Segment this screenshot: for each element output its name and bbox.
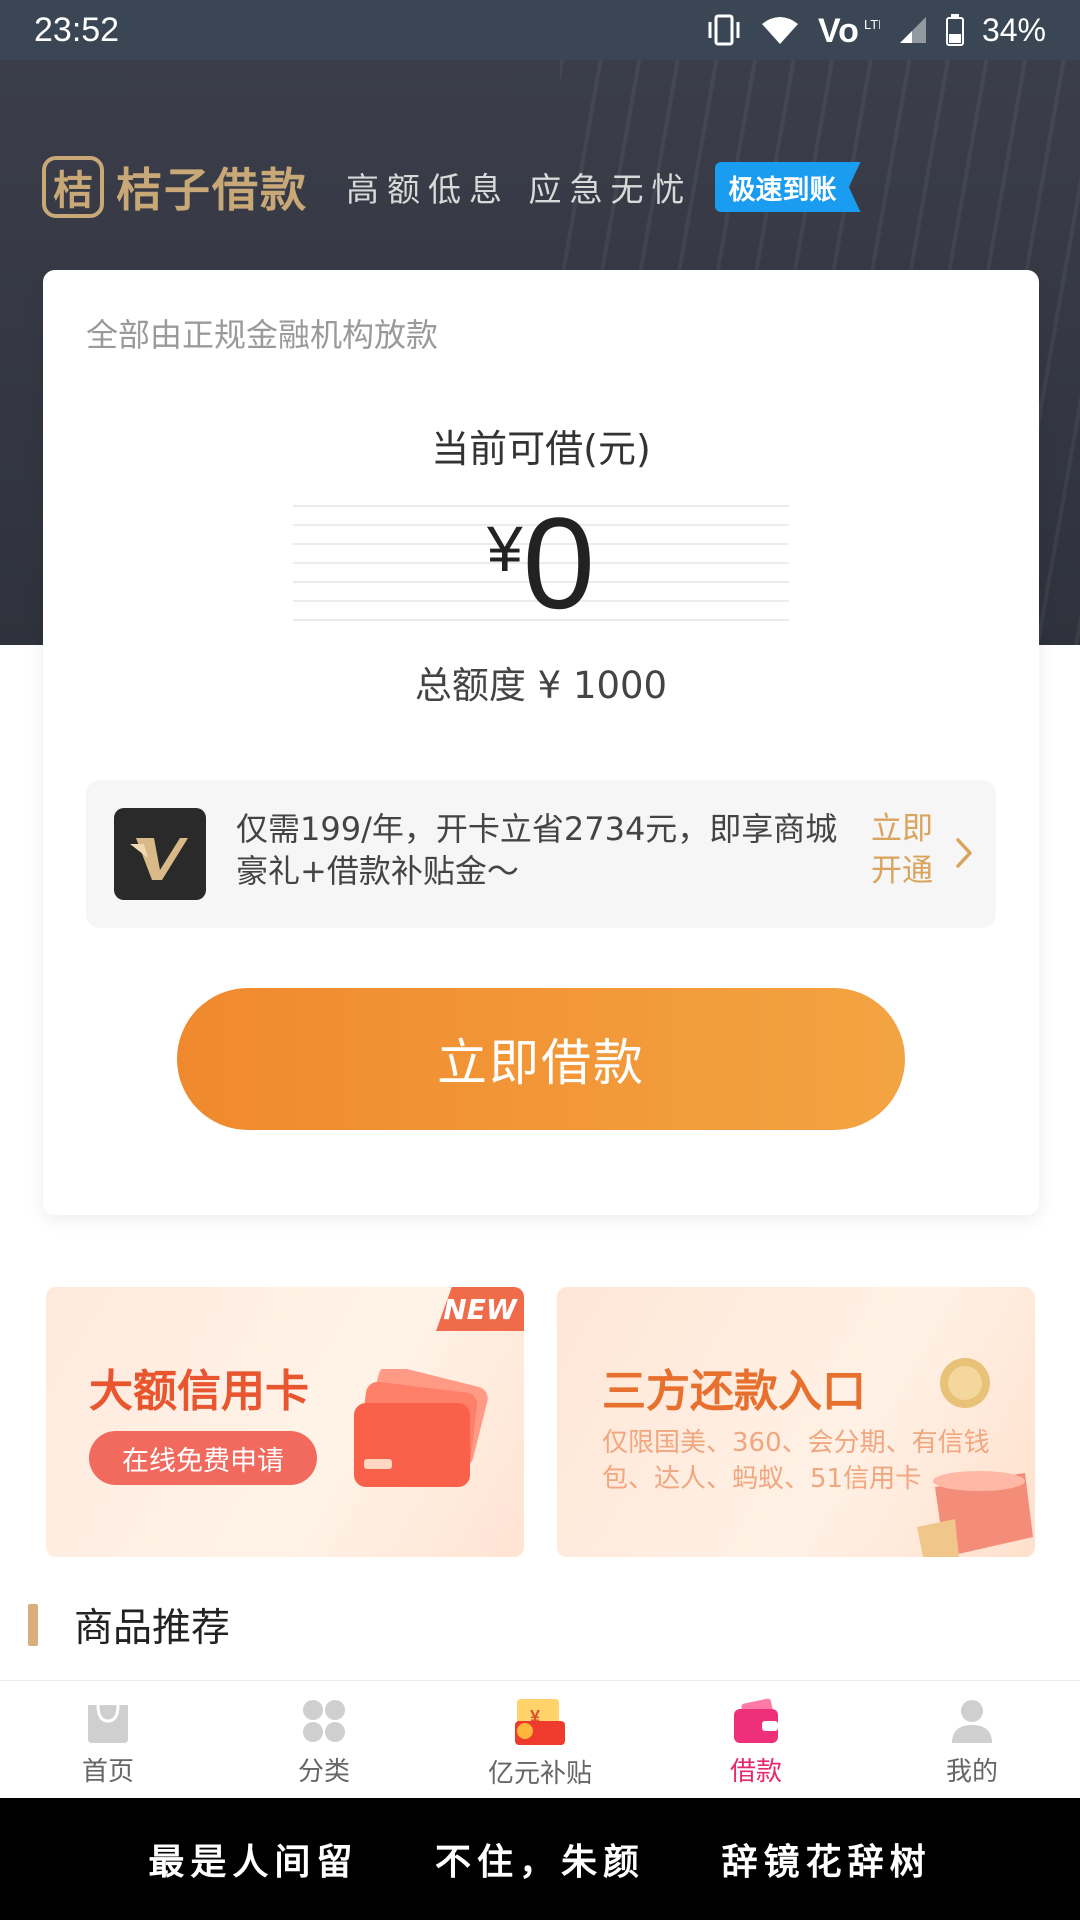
amount-value: 0	[522, 490, 595, 636]
coin-icon	[940, 1358, 990, 1408]
volte-icon: Vo LTE	[818, 13, 880, 47]
battery-icon	[945, 14, 964, 46]
signal-icon	[899, 17, 926, 43]
tab-label: 我的	[945, 1757, 998, 1787]
status-icons: Vo LTE 34%	[706, 12, 1046, 49]
tab-label: 借款	[729, 1757, 782, 1787]
tab-label: 亿元补贴	[487, 1759, 592, 1789]
status-bar: 23:52 Vo LTE 34%	[0, 0, 1080, 60]
lyrics-overlay: 最是人间留 不住，朱颜 辞镜花辞树	[0, 1798, 1080, 1920]
tab-loan[interactable]: 借款	[648, 1681, 864, 1798]
battery-percent: 34%	[981, 11, 1046, 48]
credit-card-title: 大额信用卡	[89, 1366, 309, 1417]
loan-app-screen: 23:52 Vo LTE 34%	[0, 0, 1080, 1920]
brand-logo-icon: 桔	[42, 156, 104, 218]
tab-label: 首页	[81, 1757, 134, 1787]
fast-arrival-badge: 极速到账	[714, 162, 861, 212]
tab-home[interactable]: 首页	[0, 1681, 216, 1798]
credit-card-banner[interactable]: NEW 大额信用卡 在线免费申请	[46, 1287, 524, 1557]
home-bag-icon	[88, 1704, 128, 1743]
bottom-tab-bar: 首页 分类 ¥ 亿元补贴 借款 我的	[0, 1680, 1080, 1798]
lyrics-line: 不住，朱颜	[434, 1841, 645, 1883]
subsidy-envelope-icon: ¥	[515, 1699, 565, 1745]
brand-name: 桔子借款	[116, 163, 308, 217]
vip-promo[interactable]: 仅需199/年，开卡立省2734元，即享商城豪礼+借款补贴金～ 立即开通	[86, 780, 996, 928]
section-product-recommendations: 商品推荐	[28, 1602, 230, 1651]
category-grid-icon	[303, 1700, 345, 1742]
section-accent-bar	[28, 1604, 38, 1646]
vibrate-icon	[708, 14, 740, 46]
available-amount: ¥0	[43, 498, 1039, 628]
tab-category[interactable]: 分类	[216, 1681, 432, 1798]
brand-slogan: 高额低息 应急无忧	[346, 170, 693, 209]
tab-mine[interactable]: 我的	[864, 1681, 1080, 1798]
svg-text:LTE: LTE	[864, 17, 880, 32]
lyrics-line: 最是人间留	[148, 1841, 359, 1883]
brand-row: 桔 桔子借款 高额低息 应急无忧 极速到账	[42, 152, 861, 222]
repayment-entry-title: 三方还款入口	[602, 1366, 866, 1417]
vip-open-link[interactable]: 立即开通	[871, 808, 951, 892]
vip-promo-text: 仅需199/年，开卡立省2734元，即享商城豪礼+借款补贴金～	[236, 810, 838, 890]
wallet-icon	[734, 1698, 778, 1743]
vip-v-icon	[114, 808, 206, 900]
cup-icon	[917, 1471, 1033, 1557]
tab-subsidy[interactable]: ¥ 亿元补贴	[432, 1681, 648, 1798]
available-label: 当前可借(元)	[431, 427, 651, 471]
credit-card-icon	[354, 1369, 488, 1487]
svg-text:Vo: Vo	[818, 13, 859, 47]
lender-note: 全部由正规金融机构放款	[86, 316, 439, 354]
wifi-icon	[761, 17, 798, 44]
section-title: 商品推荐	[74, 1606, 231, 1651]
status-time: 23:52	[34, 10, 120, 49]
chevron-right-icon	[956, 838, 972, 868]
currency-symbol: ¥	[487, 513, 523, 585]
total-credit: 总额度 ¥ 1000	[414, 664, 668, 707]
apply-online-button[interactable]: 在线免费申请	[89, 1431, 317, 1485]
borrow-now-button[interactable]: 立即借款	[177, 988, 905, 1130]
loan-card: 全部由正规金融机构放款 当前可借(元) ¥0 总额度 ¥ 1000 仅需199/…	[43, 270, 1039, 1215]
new-tag: NEW	[436, 1287, 524, 1331]
lyrics-line: 辞镜花辞树	[721, 1841, 932, 1883]
third-party-repayment-banner[interactable]: 三方还款入口 仅限国美、360、会分期、有信钱包、达人、蚂蚁、51信用卡	[557, 1287, 1035, 1557]
user-icon	[952, 1700, 992, 1743]
tab-label: 分类	[297, 1757, 350, 1787]
